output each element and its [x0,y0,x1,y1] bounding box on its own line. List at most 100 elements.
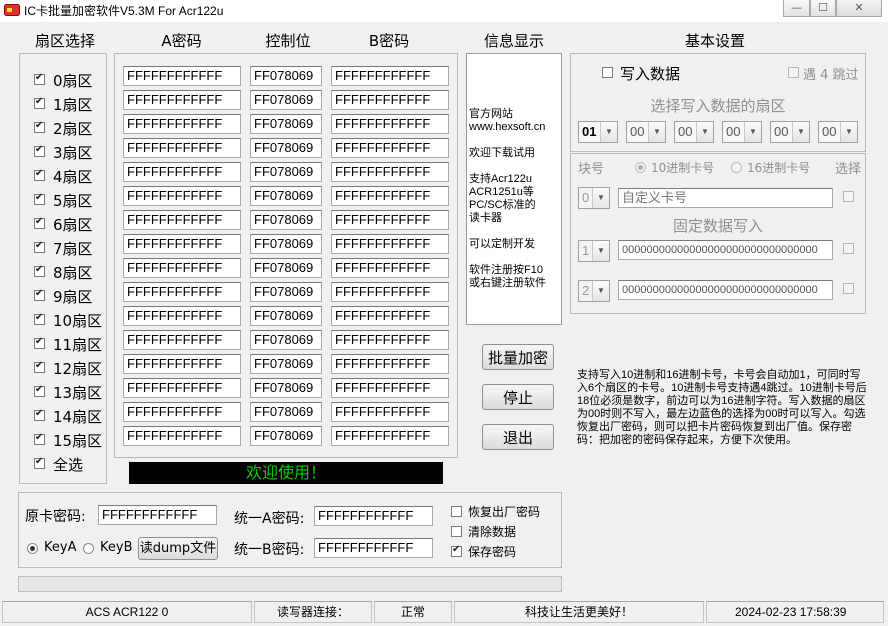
fixed-block-combo-1[interactable]: 1 ▼ [578,240,610,262]
exit-button[interactable]: 退出 [482,424,554,450]
key-b-input-9[interactable]: FFFFFFFFFFFF [331,282,449,302]
sector-checkbox-14[interactable] [34,408,45,421]
key-a-input-6[interactable]: FFFFFFFFFFFF [123,210,241,230]
restore-factory-checkbox[interactable] [451,506,462,517]
key-b-input-10[interactable]: FFFFFFFFFFFF [331,306,449,326]
close-button[interactable]: ✕ [836,0,882,17]
key-b-input-6[interactable]: FFFFFFFFFFFF [331,210,449,230]
sector-checkbox-6[interactable] [34,216,45,229]
key-a-input-5[interactable]: FFFFFFFFFFFF [123,186,241,206]
key-a-input-12[interactable]: FFFFFFFFFFFF [123,354,241,374]
key-b-input-15[interactable]: FFFFFFFFFFFF [331,426,449,446]
key-a-input-15[interactable]: FFFFFFFFFFFF [123,426,241,446]
write-sector-combo-3[interactable]: 00 ▼ [722,121,762,143]
key-b-input-7[interactable]: FFFFFFFFFFFF [331,234,449,254]
radio-hex[interactable] [731,162,742,173]
write-sector-combo-2[interactable]: 00 ▼ [674,121,714,143]
key-b-input-8[interactable]: FFFFFFFFFFFF [331,258,449,278]
key-a-input-11[interactable]: FFFFFFFFFFFF [123,330,241,350]
sector-checkbox-9[interactable] [34,288,45,301]
write-sector-combo-4[interactable]: 00 ▼ [770,121,810,143]
control-input-2[interactable]: FF078069 [250,114,322,134]
key-a-input-8[interactable]: FFFFFFFFFFFF [123,258,241,278]
control-input-9[interactable]: FF078069 [250,282,322,302]
control-input-4[interactable]: FF078069 [250,162,322,182]
control-input-13[interactable]: FF078069 [250,378,322,398]
key-b-input-12[interactable]: FFFFFFFFFFFF [331,354,449,374]
clear-data-checkbox[interactable] [451,526,462,537]
sector-checkbox-12[interactable] [34,360,45,373]
write-sector-combo-1[interactable]: 00 ▼ [626,121,666,143]
fixed-data-checkbox-2[interactable] [843,283,854,294]
fixed-block-combo-2[interactable]: 2 ▼ [578,280,610,302]
orig-key-input[interactable]: FFFFFFFFFFFF [98,505,217,525]
sector-checkbox-2[interactable] [34,120,45,133]
key-a-input-10[interactable]: FFFFFFFFFFFF [123,306,241,326]
fixed-data-input-2[interactable]: 00000000000000000000000000000000 [618,280,833,300]
read-dump-button[interactable]: 读dump文件 [138,537,218,560]
keyb-radio[interactable] [83,543,94,554]
sector-checkbox-5[interactable] [34,192,45,205]
control-input-5[interactable]: FF078069 [250,186,322,206]
control-input-10[interactable]: FF078069 [250,306,322,326]
sector-checkbox-8[interactable] [34,264,45,277]
save-password-checkbox[interactable] [451,544,462,557]
fixed-data-checkbox-1[interactable] [843,243,854,254]
key-a-input-3[interactable]: FFFFFFFFFFFF [123,138,241,158]
control-input-12[interactable]: FF078069 [250,354,322,374]
control-input-8[interactable]: FF078069 [250,258,322,278]
control-input-0[interactable]: FF078069 [250,66,322,86]
sector-checkbox-4[interactable] [34,168,45,181]
key-b-input-13[interactable]: FFFFFFFFFFFF [331,378,449,398]
stop-button[interactable]: 停止 [482,384,554,410]
sector-checkbox-1[interactable] [34,96,45,109]
key-b-input-11[interactable]: FFFFFFFFFFFF [331,330,449,350]
custom-card-number-input[interactable]: 自定义卡号 [618,188,833,208]
write-sector-combo-5[interactable]: 00 ▼ [818,121,858,143]
control-input-1[interactable]: FF078069 [250,90,322,110]
sector-checkbox-10[interactable] [34,312,45,325]
control-input-3[interactable]: FF078069 [250,138,322,158]
block-combo[interactable]: 0 ▼ [578,187,610,209]
sector-checkbox-13[interactable] [34,384,45,397]
unify-a-input[interactable]: FFFFFFFFFFFF [314,506,433,526]
radio-decimal[interactable] [635,162,646,173]
minimize-button[interactable]: — [783,0,810,17]
key-a-input-1[interactable]: FFFFFFFFFFFF [123,90,241,110]
key-a-input-2[interactable]: FFFFFFFFFFFF [123,114,241,134]
key-a-input-0[interactable]: FFFFFFFFFFFF [123,66,241,86]
key-b-input-4[interactable]: FFFFFFFFFFFF [331,162,449,182]
fixed-data-input-1[interactable]: 00000000000000000000000000000000 [618,240,833,260]
write-sector-combo-0[interactable]: 01 ▼ [578,121,618,143]
unify-b-input[interactable]: FFFFFFFFFFFF [314,538,433,558]
write-data-checkbox[interactable] [602,67,613,78]
custom-card-checkbox[interactable] [843,191,854,202]
key-a-input-7[interactable]: FFFFFFFFFFFF [123,234,241,254]
key-a-input-9[interactable]: FFFFFFFFFFFF [123,282,241,302]
key-b-input-14[interactable]: FFFFFFFFFFFF [331,402,449,422]
batch-encrypt-button[interactable]: 批量加密 [482,344,554,370]
key-b-input-1[interactable]: FFFFFFFFFFFF [331,90,449,110]
select-all-checkbox[interactable] [34,456,45,469]
control-input-15[interactable]: FF078069 [250,426,322,446]
key-b-input-5[interactable]: FFFFFFFFFFFF [331,186,449,206]
key-a-input-14[interactable]: FFFFFFFFFFFF [123,402,241,422]
sector-checkbox-15[interactable] [34,432,45,445]
key-b-input-2[interactable]: FFFFFFFFFFFF [331,114,449,134]
sector-checkbox-11[interactable] [34,336,45,349]
key-b-input-0[interactable]: FFFFFFFFFFFF [331,66,449,86]
control-input-7[interactable]: FF078069 [250,234,322,254]
maximize-button[interactable]: ☐ [810,0,836,17]
sector-checkbox-7[interactable] [34,240,45,253]
skip4-checkbox[interactable] [788,67,799,78]
key-a-input-4[interactable]: FFFFFFFFFFFF [123,162,241,182]
sector-checkbox-0[interactable] [34,72,45,85]
control-input-6[interactable]: FF078069 [250,210,322,230]
key-a-input-13[interactable]: FFFFFFFFFFFF [123,378,241,398]
key-b-input-3[interactable]: FFFFFFFFFFFF [331,138,449,158]
keya-radio[interactable] [27,543,38,554]
control-input-14[interactable]: FF078069 [250,402,322,422]
sector-checkbox-3[interactable] [34,144,45,157]
help-text: 支持写入10进制和16进制卡号，卡号会自动加1，可同时写入6个扇区的卡号。10进… [577,369,867,446]
control-input-11[interactable]: FF078069 [250,330,322,350]
